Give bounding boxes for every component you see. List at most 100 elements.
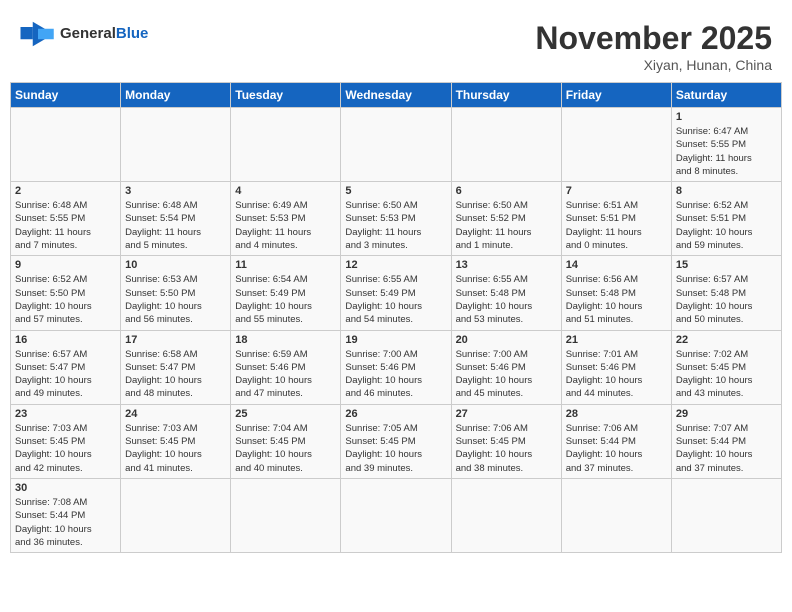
calendar-cell: 16Sunrise: 6:57 AM Sunset: 5:47 PM Dayli… — [11, 330, 121, 404]
column-header-monday: Monday — [121, 83, 231, 108]
day-info: Sunrise: 6:52 AM Sunset: 5:51 PM Dayligh… — [676, 199, 777, 252]
location: Xiyan, Hunan, China — [535, 57, 772, 73]
day-info: Sunrise: 6:48 AM Sunset: 5:55 PM Dayligh… — [15, 199, 116, 252]
calendar-cell: 7 Sunrise: 6:51 AM Sunset: 5:51 PM Daylig… — [561, 182, 671, 256]
day-number: 20 — [456, 334, 557, 346]
day-number: 8 — [676, 185, 777, 197]
calendar-cell: 10 Sunrise: 6:53 AM Sunset: 5:50 PM Dayli… — [121, 256, 231, 330]
day-number: 2 — [15, 185, 116, 197]
day-number: 28 — [566, 408, 667, 420]
day-number: 15 — [676, 259, 777, 271]
day-number: 29 — [676, 408, 777, 420]
day-info: Sunrise: 6:50 AM Sunset: 5:52 PM Dayligh… — [456, 199, 557, 252]
day-info: Sunrise: 7:02 AM Sunset: 5:45 PM Dayligh… — [676, 348, 777, 401]
day-number: 11 — [235, 259, 336, 271]
day-info: Sunrise: 6:57 AM Sunset: 5:48 PM Dayligh… — [676, 273, 777, 326]
calendar-cell: 29 Sunrise: 7:07 AM Sunset: 5:44 PM Dayli… — [671, 404, 781, 478]
calendar-cell: 3 Sunrise: 6:48 AM Sunset: 5:54 PM Daylig… — [121, 182, 231, 256]
calendar-week-row: 30 Sunrise: 7:08 AM Sunset: 5:44 PM Dayli… — [11, 478, 782, 552]
day-info: Sunrise: 7:06 AM Sunset: 5:45 PM Dayligh… — [456, 422, 557, 475]
calendar-cell: 20 Sunrise: 7:00 AM Sunset: 5:46 PM Dayli… — [451, 330, 561, 404]
column-header-tuesday: Tuesday — [231, 83, 341, 108]
day-info: Sunrise: 7:06 AM Sunset: 5:44 PM Dayligh… — [566, 422, 667, 475]
day-number: 1 — [676, 111, 777, 123]
day-info: Sunrise: 6:47 AM Sunset: 5:55 PM Dayligh… — [676, 125, 777, 178]
day-number: 21 — [566, 334, 667, 346]
day-info: Sunrise: 6:49 AM Sunset: 5:53 PM Dayligh… — [235, 199, 336, 252]
day-info: Sunrise: 7:03 AM Sunset: 5:45 PM Dayligh… — [125, 422, 226, 475]
column-header-wednesday: Wednesday — [341, 83, 451, 108]
day-info: Sunrise: 6:58 AM Sunset: 5:47 PM Dayligh… — [125, 348, 226, 401]
day-number: 18 — [235, 334, 336, 346]
day-info: Sunrise: 7:08 AM Sunset: 5:44 PM Dayligh… — [15, 496, 116, 549]
day-number: 5 — [345, 185, 446, 197]
calendar-cell: 8 Sunrise: 6:52 AM Sunset: 5:51 PM Daylig… — [671, 182, 781, 256]
calendar-week-row: 23 Sunrise: 7:03 AM Sunset: 5:45 PM Dayli… — [11, 404, 782, 478]
calendar-header-row: SundayMondayTuesdayWednesdayThursdayFrid… — [11, 83, 782, 108]
page-header: GeneralBlue November 2025 Xiyan, Hunan, … — [10, 10, 782, 78]
calendar-week-row: 16Sunrise: 6:57 AM Sunset: 5:47 PM Dayli… — [11, 330, 782, 404]
day-number: 10 — [125, 259, 226, 271]
calendar-cell — [451, 478, 561, 552]
day-info: Sunrise: 6:59 AM Sunset: 5:46 PM Dayligh… — [235, 348, 336, 401]
calendar-cell: 23 Sunrise: 7:03 AM Sunset: 5:45 PM Dayli… — [11, 404, 121, 478]
day-info: Sunrise: 7:04 AM Sunset: 5:45 PM Dayligh… — [235, 422, 336, 475]
calendar-cell: 25Sunrise: 7:04 AM Sunset: 5:45 PM Dayli… — [231, 404, 341, 478]
calendar-cell — [341, 478, 451, 552]
calendar-cell: 15 Sunrise: 6:57 AM Sunset: 5:48 PM Dayli… — [671, 256, 781, 330]
day-number: 4 — [235, 185, 336, 197]
calendar-cell: 6 Sunrise: 6:50 AM Sunset: 5:52 PM Daylig… — [451, 182, 561, 256]
calendar-cell — [341, 108, 451, 182]
calendar-cell: 1 Sunrise: 6:47 AM Sunset: 5:55 PM Daylig… — [671, 108, 781, 182]
day-number: 26 — [345, 408, 446, 420]
calendar-cell — [231, 108, 341, 182]
calendar-table: SundayMondayTuesdayWednesdayThursdayFrid… — [10, 82, 782, 553]
calendar-cell — [561, 478, 671, 552]
calendar-cell: 28 Sunrise: 7:06 AM Sunset: 5:44 PM Dayli… — [561, 404, 671, 478]
calendar-cell: 4 Sunrise: 6:49 AM Sunset: 5:53 PM Daylig… — [231, 182, 341, 256]
day-info: Sunrise: 6:51 AM Sunset: 5:51 PM Dayligh… — [566, 199, 667, 252]
day-number: 19 — [345, 334, 446, 346]
day-info: Sunrise: 7:00 AM Sunset: 5:46 PM Dayligh… — [456, 348, 557, 401]
day-number: 9 — [15, 259, 116, 271]
day-info: Sunrise: 6:54 AM Sunset: 5:49 PM Dayligh… — [235, 273, 336, 326]
calendar-cell: 19 Sunrise: 7:00 AM Sunset: 5:46 PM Dayli… — [341, 330, 451, 404]
day-number: 30 — [15, 482, 116, 494]
day-info: Sunrise: 7:00 AM Sunset: 5:46 PM Dayligh… — [345, 348, 446, 401]
day-number: 17 — [125, 334, 226, 346]
calendar-cell: 21 Sunrise: 7:01 AM Sunset: 5:46 PM Dayli… — [561, 330, 671, 404]
day-info: Sunrise: 6:56 AM Sunset: 5:48 PM Dayligh… — [566, 273, 667, 326]
calendar-week-row: 9Sunrise: 6:52 AM Sunset: 5:50 PM Daylig… — [11, 256, 782, 330]
title-block: November 2025 Xiyan, Hunan, China — [535, 20, 772, 73]
day-number: 13 — [456, 259, 557, 271]
day-number: 23 — [15, 408, 116, 420]
calendar-cell: 17 Sunrise: 6:58 AM Sunset: 5:47 PM Dayli… — [121, 330, 231, 404]
day-number: 27 — [456, 408, 557, 420]
calendar-week-row: 1 Sunrise: 6:47 AM Sunset: 5:55 PM Daylig… — [11, 108, 782, 182]
calendar-cell: 9Sunrise: 6:52 AM Sunset: 5:50 PM Daylig… — [11, 256, 121, 330]
calendar-cell: 27 Sunrise: 7:06 AM Sunset: 5:45 PM Dayli… — [451, 404, 561, 478]
day-info: Sunrise: 7:07 AM Sunset: 5:44 PM Dayligh… — [676, 422, 777, 475]
logo-icon — [20, 20, 56, 48]
day-number: 6 — [456, 185, 557, 197]
day-info: Sunrise: 7:01 AM Sunset: 5:46 PM Dayligh… — [566, 348, 667, 401]
calendar-cell — [561, 108, 671, 182]
day-number: 14 — [566, 259, 667, 271]
day-info: Sunrise: 7:03 AM Sunset: 5:45 PM Dayligh… — [15, 422, 116, 475]
day-info: Sunrise: 6:55 AM Sunset: 5:49 PM Dayligh… — [345, 273, 446, 326]
day-number: 7 — [566, 185, 667, 197]
day-number: 3 — [125, 185, 226, 197]
day-number: 22 — [676, 334, 777, 346]
calendar-cell: 11 Sunrise: 6:54 AM Sunset: 5:49 PM Dayli… — [231, 256, 341, 330]
calendar-week-row: 2 Sunrise: 6:48 AM Sunset: 5:55 PM Daylig… — [11, 182, 782, 256]
day-number: 12 — [345, 259, 446, 271]
day-number: 24 — [125, 408, 226, 420]
column-header-thursday: Thursday — [451, 83, 561, 108]
calendar-cell: 2 Sunrise: 6:48 AM Sunset: 5:55 PM Daylig… — [11, 182, 121, 256]
logo-text: GeneralBlue — [60, 25, 148, 43]
calendar-cell — [451, 108, 561, 182]
calendar-cell: 13Sunrise: 6:55 AM Sunset: 5:48 PM Dayli… — [451, 256, 561, 330]
day-info: Sunrise: 6:48 AM Sunset: 5:54 PM Dayligh… — [125, 199, 226, 252]
calendar-cell: 30 Sunrise: 7:08 AM Sunset: 5:44 PM Dayli… — [11, 478, 121, 552]
day-info: Sunrise: 6:53 AM Sunset: 5:50 PM Dayligh… — [125, 273, 226, 326]
